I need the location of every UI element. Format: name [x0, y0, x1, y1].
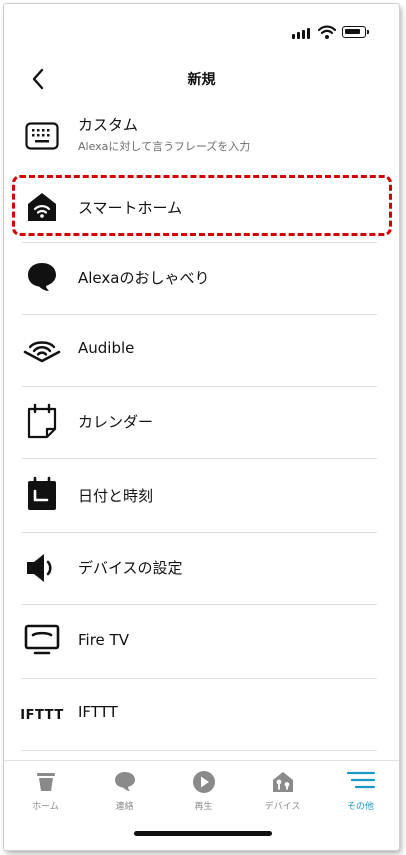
- tab-label: その他: [346, 802, 374, 812]
- svg-text:IFTTT: IFTTT: [20, 708, 63, 723]
- smart-home-icon: [22, 189, 62, 225]
- speaker-icon: [22, 550, 62, 586]
- menu-icon: [321, 769, 399, 795]
- keyboard-icon: [22, 118, 62, 154]
- home-icon: [6, 769, 85, 795]
- list-item-alexa-chat[interactable]: Alexaのおしゃべり: [4, 242, 399, 314]
- list-item-sublabel: Alexaに対して言うフレーズを入力: [78, 140, 251, 153]
- list-item-label: カスタム: [78, 116, 139, 134]
- nav-header: 新規: [4, 60, 399, 100]
- cellular-signal-icon: [292, 28, 310, 39]
- calendar-icon: [22, 403, 62, 439]
- bottom-tab-bar: ホーム 連絡 再生 デバイス その他: [4, 760, 399, 820]
- home-indicator: [134, 831, 272, 836]
- list-item-device-settings[interactable]: デバイスの設定: [4, 532, 399, 604]
- list-item-label: スマートホーム: [78, 199, 183, 217]
- tv-icon: [22, 622, 62, 658]
- list-item-label: Fire TV: [78, 631, 129, 649]
- list-item-label: 日付と時刻: [78, 487, 154, 505]
- list-item-audible[interactable]: Audible: [4, 314, 399, 386]
- chat-icon: [85, 769, 164, 795]
- tab-label: デバイス: [264, 802, 301, 812]
- list-item-custom[interactable]: カスタム Alexaに対して言うフレーズを入力: [4, 100, 399, 172]
- tab-label: 連絡: [115, 802, 134, 812]
- divider: [22, 750, 377, 751]
- speech-bubble-icon: [22, 259, 62, 295]
- list-item-fire-tv[interactable]: Fire TV: [4, 604, 399, 678]
- ifttt-logo: IFTTT: [18, 696, 66, 732]
- list-item-date-time[interactable]: 日付と時刻: [4, 458, 399, 532]
- list-item-label: Alexaのおしゃべり: [78, 269, 210, 287]
- tab-more[interactable]: その他: [321, 761, 399, 821]
- status-bar: [4, 4, 399, 60]
- list-item-calendar[interactable]: カレンダー: [4, 386, 399, 458]
- app-screen: 新規 カスタム Alexaに対して言うフレーズを入力 スマートホーム Alexa…: [4, 4, 399, 850]
- tab-communicate[interactable]: 連絡: [85, 761, 164, 821]
- battery-icon: [342, 26, 369, 38]
- list-item-label: カレンダー: [78, 413, 154, 431]
- audible-icon: [22, 332, 62, 368]
- wifi-icon: [318, 25, 336, 39]
- tab-home[interactable]: ホーム: [6, 761, 85, 821]
- tab-devices[interactable]: デバイス: [243, 761, 322, 821]
- date-time-icon: [22, 476, 62, 512]
- tab-label: 再生: [194, 802, 213, 812]
- tab-play[interactable]: 再生: [164, 761, 243, 821]
- list-item-label: IFTTT: [78, 703, 118, 721]
- devices-icon: [243, 769, 322, 795]
- list-item-smart-home[interactable]: スマートホーム: [4, 172, 399, 242]
- list-item-label: デバイスの設定: [78, 559, 183, 577]
- play-icon: [164, 769, 243, 795]
- page-title: 新規: [187, 72, 216, 88]
- tab-label: ホーム: [32, 802, 59, 812]
- list-item-label: Audible: [78, 339, 135, 357]
- list-item-ifttt[interactable]: IFTTT IFTTT: [4, 678, 399, 750]
